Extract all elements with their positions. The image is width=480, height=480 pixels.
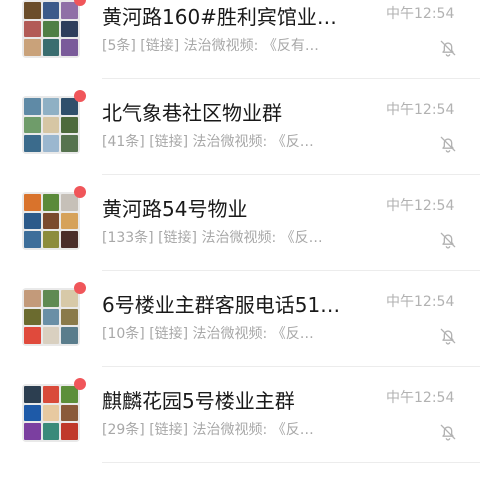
chat-preview: [10条] [链接] 法治微视频: 《反…	[102, 326, 314, 342]
member-avatar-tile	[24, 2, 41, 19]
member-avatar-tile	[42, 20, 60, 38]
member-avatar-tile	[42, 135, 60, 152]
row-divider	[102, 462, 480, 463]
member-avatar-tile	[24, 231, 41, 248]
row-divider	[102, 270, 480, 271]
group-avatar[interactable]	[22, 282, 86, 346]
unread-dot	[74, 378, 86, 390]
bell-off-icon	[438, 134, 458, 154]
chat-row[interactable]: 麒麟花园5号楼业主群 中午12:54 [29条] [链接] 法治微视频: 《反…	[0, 374, 480, 470]
chat-row[interactable]: 黄河路160#胜利宾馆业… 中午12:54 [5条] [链接] 法治微视频: 《反有…	[0, 0, 480, 86]
member-avatar-tile	[61, 20, 78, 38]
member-avatar-tile	[42, 327, 60, 344]
member-avatar-tile	[42, 423, 60, 440]
chat-title: 麒麟花园5号楼业主群	[102, 389, 295, 413]
chat-time: 中午12:54	[386, 6, 455, 22]
unread-dot	[74, 90, 86, 102]
chat-time: 中午12:54	[386, 390, 455, 406]
member-avatar-tile	[24, 327, 41, 344]
member-avatar-tile	[61, 39, 78, 56]
member-avatar-tile	[24, 308, 41, 326]
member-avatar-tile	[24, 212, 41, 230]
chat-title: 黄河路160#胜利宾馆业…	[102, 5, 337, 29]
chat-time: 中午12:54	[386, 102, 455, 118]
member-avatar-tile	[24, 194, 41, 211]
member-avatar-tile	[42, 386, 60, 403]
member-avatar-tile	[42, 2, 60, 19]
unread-dot	[74, 282, 86, 294]
member-avatar-tile	[61, 231, 78, 248]
group-avatar-grid	[22, 192, 80, 250]
member-avatar-tile	[42, 194, 60, 211]
row-divider	[102, 78, 480, 79]
member-avatar-tile	[24, 423, 41, 440]
member-avatar-tile	[61, 116, 78, 134]
member-avatar-tile	[24, 386, 41, 403]
member-avatar-tile	[42, 39, 60, 56]
member-avatar-tile	[42, 98, 60, 115]
group-avatar[interactable]	[22, 90, 86, 154]
chat-time: 中午12:54	[386, 294, 455, 310]
member-avatar-tile	[42, 404, 60, 422]
member-avatar-tile	[24, 116, 41, 134]
bell-off-icon	[438, 38, 458, 58]
bell-off-icon	[438, 230, 458, 250]
group-avatar[interactable]	[22, 186, 86, 250]
chat-preview: [5条] [链接] 法治微视频: 《反有…	[102, 38, 319, 54]
member-avatar-tile	[42, 231, 60, 248]
chat-row[interactable]: 北气象巷社区物业群 中午12:54 [41条] [链接] 法治微视频: 《反…	[0, 86, 480, 182]
group-avatar-grid	[22, 0, 80, 58]
chat-row[interactable]: 6号楼业主群客服电话51… 中午12:54 [10条] [链接] 法治微视频: 《反…	[0, 278, 480, 374]
member-avatar-tile	[24, 98, 41, 115]
chat-preview: [29条] [链接] 法治微视频: 《反…	[102, 422, 314, 438]
row-divider	[102, 366, 480, 367]
member-avatar-tile	[61, 404, 78, 422]
member-avatar-tile	[42, 212, 60, 230]
group-avatar-grid	[22, 96, 80, 154]
group-avatar[interactable]	[22, 0, 86, 58]
member-avatar-tile	[24, 290, 41, 307]
member-avatar-tile	[24, 39, 41, 56]
member-avatar-tile	[24, 135, 41, 152]
member-avatar-tile	[61, 308, 78, 326]
group-avatar-grid	[22, 288, 80, 346]
member-avatar-tile	[61, 423, 78, 440]
chat-preview: [41条] [链接] 法治微视频: 《反…	[102, 134, 314, 150]
chat-preview: [133条] [链接] 法治微视频: 《反…	[102, 230, 323, 246]
chat-list: 黄河路160#胜利宾馆业… 中午12:54 [5条] [链接] 法治微视频: 《反有…	[0, 0, 480, 480]
member-avatar-tile	[61, 327, 78, 344]
chat-title: 黄河路54号物业	[102, 197, 248, 221]
member-avatar-tile	[61, 212, 78, 230]
chat-row[interactable]: 黄河路54号物业 中午12:54 [133条] [链接] 法治微视频: 《反…	[0, 182, 480, 278]
group-avatar-grid	[22, 384, 80, 442]
member-avatar-tile	[42, 116, 60, 134]
chat-time: 中午12:54	[386, 198, 455, 214]
row-divider	[102, 174, 480, 175]
member-avatar-tile	[42, 308, 60, 326]
chat-title: 北气象巷社区物业群	[102, 101, 282, 125]
bell-off-icon	[438, 422, 458, 442]
member-avatar-tile	[24, 404, 41, 422]
chat-title: 6号楼业主群客服电话51…	[102, 293, 341, 317]
member-avatar-tile	[24, 20, 41, 38]
unread-dot	[74, 186, 86, 198]
group-avatar[interactable]	[22, 378, 86, 442]
bell-off-icon	[438, 326, 458, 346]
member-avatar-tile	[42, 290, 60, 307]
member-avatar-tile	[61, 135, 78, 152]
